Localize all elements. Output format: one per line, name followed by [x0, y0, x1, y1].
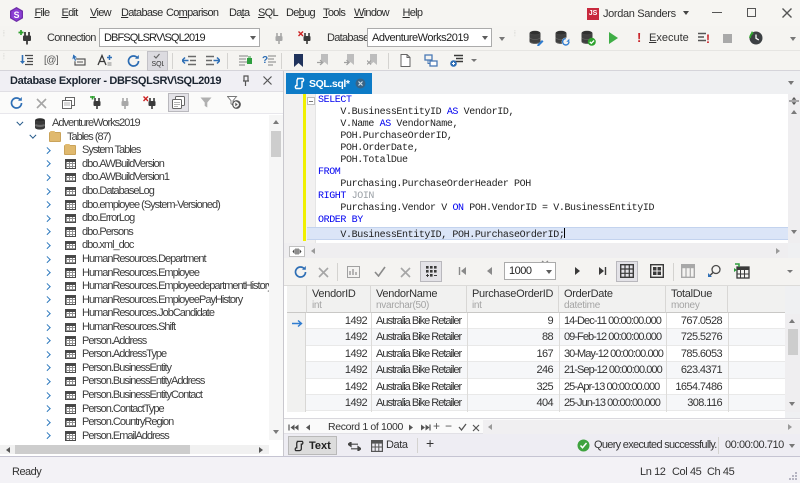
svg-text:SQL: SQL	[152, 61, 165, 68]
svg-text:!: !	[706, 32, 710, 45]
svg-text:?: ?	[262, 55, 268, 66]
svg-text:S: S	[14, 9, 20, 19]
